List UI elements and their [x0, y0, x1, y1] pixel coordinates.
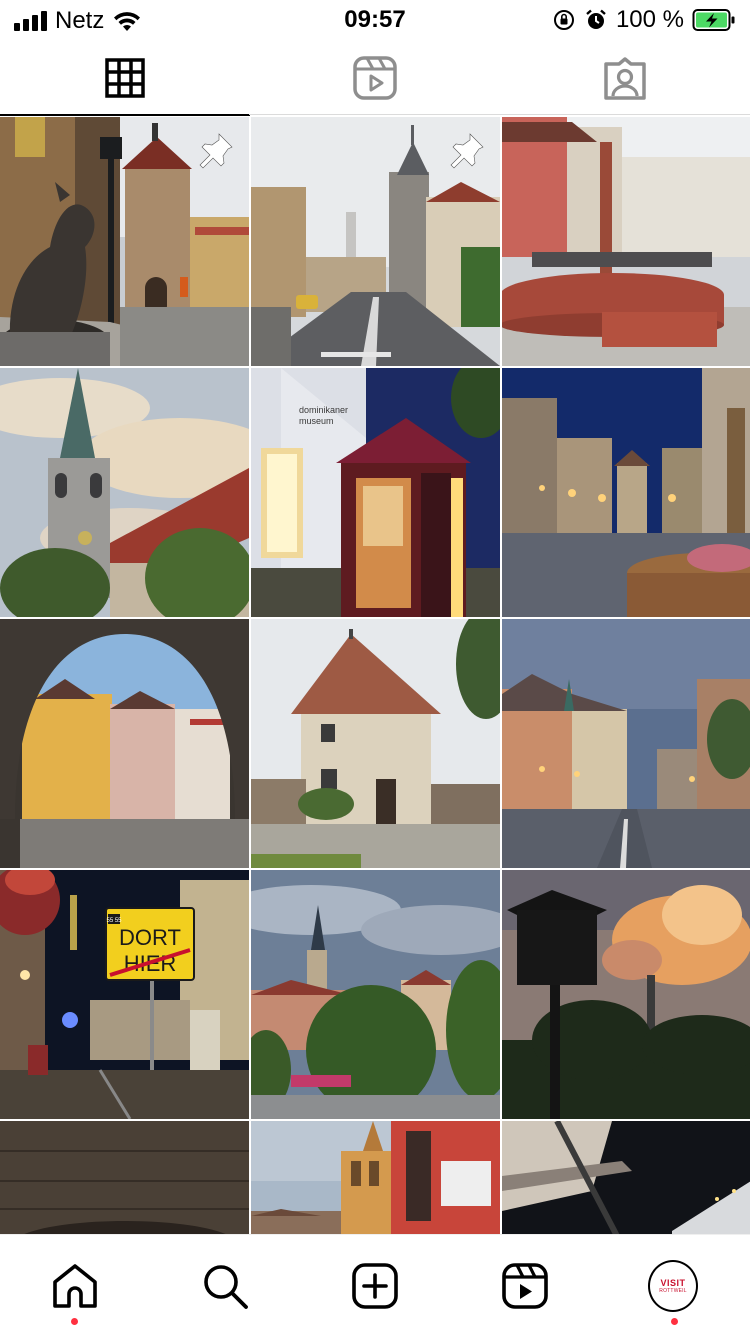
post-thumbnail[interactable]	[0, 117, 249, 366]
museum-sign-text: dominikaner	[299, 405, 348, 415]
post-thumbnail[interactable]	[502, 117, 750, 366]
tabs-divider	[249, 114, 750, 115]
status-right: 100 %	[552, 6, 736, 34]
nav-reels[interactable]	[500, 1261, 550, 1311]
post-thumbnail[interactable]	[0, 1121, 249, 1234]
sign-code: 55 55	[106, 918, 122, 924]
post-thumbnail[interactable]	[0, 368, 249, 617]
svg-text:museum: museum	[299, 416, 334, 426]
home-notification-dot	[71, 1318, 78, 1325]
tagged-person-icon	[604, 57, 646, 100]
grid-icon	[105, 58, 145, 98]
post-thumbnail[interactable]	[251, 619, 500, 868]
reels-icon	[502, 1263, 548, 1309]
orientation-lock-icon	[553, 10, 574, 30]
tab-posts-grid[interactable]	[0, 40, 250, 116]
sign-line1: DORT	[119, 925, 181, 950]
create-icon	[352, 1263, 398, 1309]
post-thumbnail[interactable]	[251, 870, 500, 1119]
nav-home[interactable]	[50, 1261, 100, 1311]
battery-charging-icon	[692, 9, 735, 31]
avatar-text-visit: VISIT	[660, 1277, 686, 1288]
battery-percent: 100 %	[615, 6, 684, 33]
tab-tagged[interactable]	[500, 40, 750, 116]
post-thumbnail[interactable]	[251, 117, 500, 366]
nav-profile[interactable]: VISIT ROTTWEIL	[648, 1260, 698, 1312]
bottom-navigation: VISIT ROTTWEIL	[0, 1234, 750, 1334]
profile-tabs	[0, 40, 750, 116]
nav-search[interactable]	[200, 1261, 250, 1311]
pin-icon	[448, 131, 486, 169]
post-thumbnail[interactable]	[502, 619, 750, 868]
status-bar: Netz 09:57 100 %	[0, 0, 750, 40]
profile-notification-dot	[671, 1318, 678, 1325]
post-thumbnail[interactable]: dominikaner museum	[251, 368, 500, 617]
profile-avatar: VISIT ROTTWEIL	[648, 1260, 698, 1312]
nav-create[interactable]	[350, 1261, 400, 1311]
post-thumbnail[interactable]: 55 55 DORT HIER	[0, 870, 249, 1119]
active-tab-indicator	[0, 114, 250, 116]
post-thumbnail[interactable]	[502, 1121, 750, 1234]
tab-reels[interactable]	[250, 40, 500, 116]
search-icon	[204, 1265, 248, 1309]
post-thumbnail[interactable]	[0, 619, 249, 868]
alarm-icon	[586, 9, 606, 29]
post-thumbnail[interactable]	[502, 870, 750, 1119]
pin-icon	[197, 131, 235, 169]
posts-grid: dominikaner museum 55 55 DORT	[0, 117, 750, 1234]
post-thumbnail[interactable]	[502, 368, 750, 617]
home-icon	[53, 1264, 97, 1308]
avatar-text-rottweil: ROTTWEIL	[659, 1287, 687, 1294]
post-thumbnail[interactable]	[251, 1121, 500, 1234]
reels-icon	[353, 56, 397, 100]
